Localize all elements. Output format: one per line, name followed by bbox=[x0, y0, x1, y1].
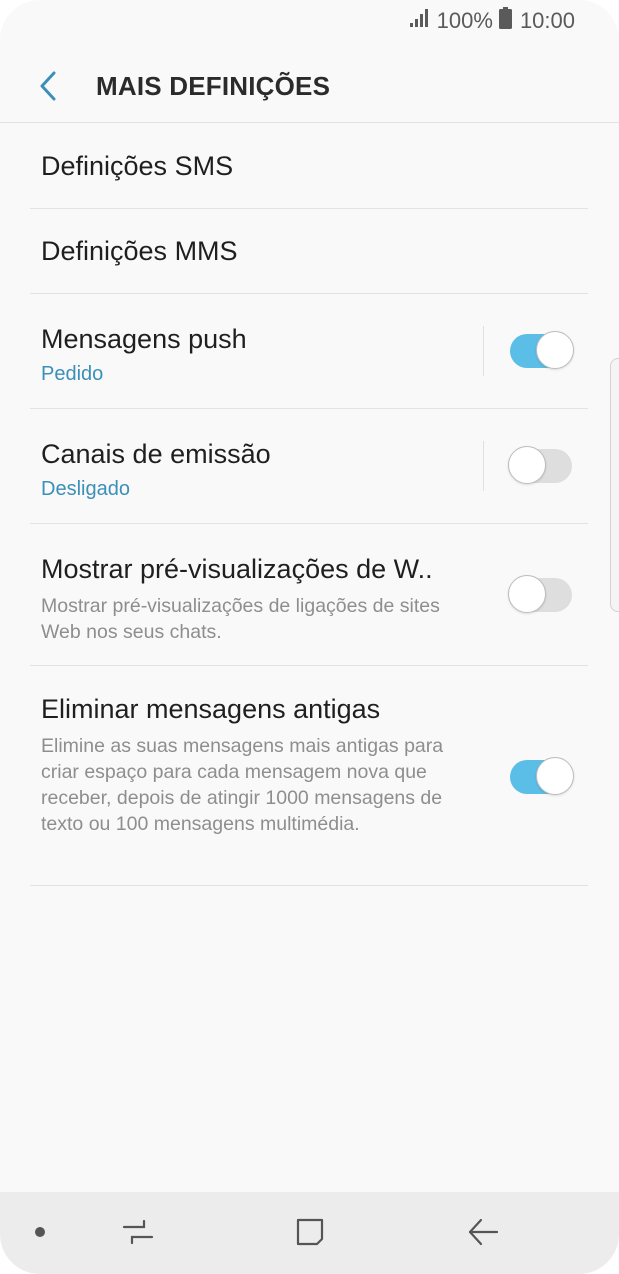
setting-title: Mensagens push bbox=[41, 324, 247, 354]
broadcast-channels-toggle[interactable] bbox=[508, 446, 572, 484]
setting-push-messages[interactable]: Mensagens push Pedido bbox=[30, 294, 588, 409]
toggle-knob bbox=[508, 446, 546, 484]
setting-mms[interactable]: Definições MMS bbox=[30, 209, 588, 294]
battery-icon bbox=[498, 7, 512, 35]
setting-web-previews[interactable]: Mostrar pré-visualizações de W.. Mostrar… bbox=[30, 524, 588, 666]
signal-icon bbox=[409, 8, 431, 34]
vertical-divider bbox=[483, 326, 484, 376]
setting-title: Definições SMS bbox=[41, 150, 234, 181]
page-title: MAIS DEFINIÇÕES bbox=[96, 70, 331, 101]
battery-percentage: 100% bbox=[436, 8, 493, 33]
dot-icon[interactable] bbox=[20, 1212, 60, 1252]
status-bar: 100% 10:00 bbox=[0, 0, 619, 42]
delete-old-messages-toggle[interactable] bbox=[510, 757, 574, 795]
push-messages-toggle[interactable] bbox=[510, 331, 574, 369]
phone-screen: 100% 10:00 MAIS DEFINIÇÕES Definições SM… bbox=[0, 0, 619, 1274]
back-button[interactable] bbox=[20, 58, 76, 114]
setting-title: Canais de emissão bbox=[41, 439, 271, 469]
vertical-divider bbox=[483, 441, 484, 491]
setting-subtitle: Desligado bbox=[41, 478, 130, 500]
navigation-bar bbox=[0, 1192, 619, 1274]
home-icon[interactable] bbox=[290, 1212, 330, 1252]
chevron-left-icon bbox=[40, 71, 56, 101]
setting-title: Mostrar pré-visualizações de W.. bbox=[41, 554, 433, 584]
setting-sms[interactable]: Definições SMS bbox=[30, 124, 588, 209]
clock: 10:00 bbox=[519, 8, 575, 33]
recents-icon[interactable] bbox=[118, 1212, 158, 1252]
setting-description: Elimine as suas mensagens mais antigas p… bbox=[41, 735, 444, 835]
setting-description: Mostrar pré-visualizações de ligações de… bbox=[41, 595, 440, 643]
setting-subtitle: Pedido bbox=[41, 363, 104, 385]
toggle-knob bbox=[508, 575, 546, 613]
toggle-knob bbox=[536, 757, 574, 795]
settings-list: Definições SMS Definições MMS Mensagens … bbox=[30, 124, 588, 886]
edge-panel-handle[interactable] bbox=[610, 358, 619, 612]
back-icon[interactable] bbox=[463, 1212, 503, 1252]
web-previews-toggle[interactable] bbox=[508, 575, 572, 613]
setting-delete-old-messages[interactable]: Eliminar mensagens antigas Elimine as su… bbox=[30, 666, 588, 886]
setting-title: Eliminar mensagens antigas bbox=[41, 694, 381, 724]
toggle-knob bbox=[536, 331, 574, 369]
app-header: MAIS DEFINIÇÕES bbox=[0, 50, 619, 123]
setting-title: Definições MMS bbox=[41, 235, 238, 266]
setting-broadcast-channels[interactable]: Canais de emissão Desligado bbox=[30, 409, 588, 524]
